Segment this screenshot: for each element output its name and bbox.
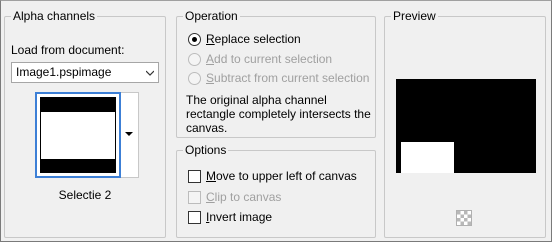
alpha-channel-thumbnail[interactable] (35, 92, 121, 178)
alpha-channels-title: Alpha channels (11, 9, 98, 24)
checkbox-clip-to-canvas[interactable]: Clip to canvas (188, 189, 281, 205)
load-from-document-label: Load from document: (11, 43, 125, 57)
transparency-checker-icon[interactable] (456, 210, 472, 226)
invert-image-label: Invert image (206, 210, 273, 224)
options-title: Options (183, 143, 229, 158)
replace-selection-label: Replace selection (206, 32, 301, 46)
move-upper-left-label: Move to upper left of canvas (206, 169, 357, 183)
clip-to-canvas-label: Clip to canvas (206, 190, 282, 204)
document-select-value: Image1.pspimage (16, 65, 112, 79)
radio-add-to-selection[interactable]: Add to current selection (188, 51, 332, 67)
checkbox[interactable] (188, 210, 201, 224)
checkbox[interactable] (188, 190, 201, 204)
document-select[interactable]: Image1.pspimage (11, 62, 159, 83)
checkbox-invert-image[interactable]: Invert image (188, 209, 272, 225)
thumbnail-image (40, 97, 116, 173)
operation-title: Operation (183, 9, 240, 24)
preview-canvas (396, 79, 536, 173)
chevron-down-icon (146, 70, 154, 76)
triangle-down-icon (125, 132, 133, 136)
preview-selection-area (401, 142, 454, 173)
add-selection-label: Add to current selection (206, 52, 333, 66)
checkbox[interactable] (188, 169, 201, 183)
radio-button[interactable] (188, 52, 201, 66)
thumbnail-dropdown-button[interactable] (121, 92, 139, 178)
radio-button-checked[interactable] (188, 32, 201, 46)
radio-replace-selection[interactable]: Replace selection (188, 31, 301, 47)
radio-button[interactable] (188, 71, 201, 85)
selection-name-label: Selectie 2 (58, 188, 112, 202)
operation-info-text: The original alpha channel rectangle com… (186, 93, 371, 135)
radio-subtract-selection[interactable]: Subtract from current selection (188, 70, 369, 86)
preview-title: Preview (391, 9, 438, 24)
checkbox-move-upper-left[interactable]: Move to upper left of canvas (188, 168, 357, 184)
subtract-selection-label: Subtract from current selection (206, 71, 370, 85)
